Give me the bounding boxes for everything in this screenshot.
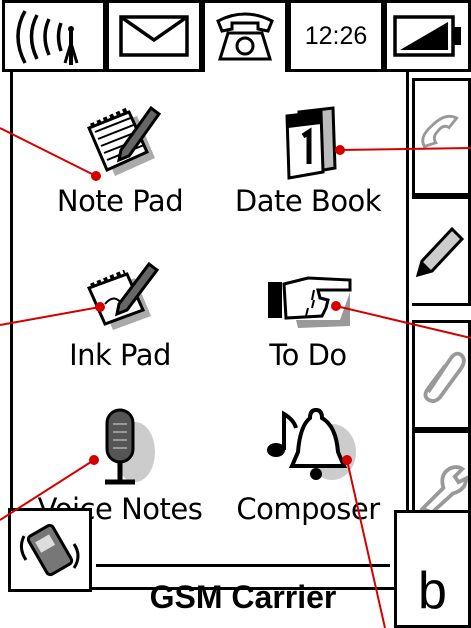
messages-cell[interactable]	[106, 0, 202, 72]
bell-music-icon	[267, 407, 356, 480]
app-label: Date Book	[234, 184, 382, 218]
clock-time: 12:26	[304, 21, 368, 50]
notepad-icon	[87, 105, 162, 176]
signal-strength-icon	[16, 10, 79, 65]
ringing-phone-icon	[19, 523, 80, 577]
side-tab-paperclip[interactable]	[412, 320, 471, 430]
paperclip-tab-icon	[423, 351, 466, 404]
signal-cell[interactable]	[2, 0, 106, 72]
app-to-do[interactable]: To Do	[213, 256, 403, 372]
microphone-icon	[105, 408, 155, 485]
pencil-tab-icon	[415, 226, 465, 278]
envelope-icon	[119, 15, 189, 57]
side-tab-phone[interactable]	[412, 78, 471, 196]
carrier-status-cell[interactable]	[8, 508, 92, 592]
app-date-book[interactable]: Date Book	[213, 102, 403, 218]
todo-hand-icon	[268, 276, 352, 328]
app-composer[interactable]: Composer	[213, 404, 403, 526]
app-label: Note Pad	[56, 184, 184, 218]
b-key-button[interactable]: b	[394, 510, 471, 628]
phone-tab-icon	[421, 114, 459, 149]
app-ink-pad[interactable]: Ink Pad	[25, 256, 215, 372]
app-label: Composer	[236, 492, 380, 526]
datebook-icon	[285, 106, 337, 180]
battery-icon	[392, 15, 461, 57]
clock-cell[interactable]: 12:26	[288, 0, 384, 72]
app-label: Ink Pad	[69, 338, 171, 372]
carrier-name: GSM Carrier	[96, 564, 390, 628]
app-note-pad[interactable]: Note Pad	[25, 102, 215, 218]
wrench-tab-icon	[419, 465, 468, 515]
app-label: To Do	[269, 338, 347, 372]
battery-cell[interactable]	[384, 0, 471, 72]
side-tab-pencil[interactable]	[412, 196, 471, 306]
status-bar: 12:26	[0, 0, 471, 94]
inkpad-icon	[86, 261, 160, 330]
